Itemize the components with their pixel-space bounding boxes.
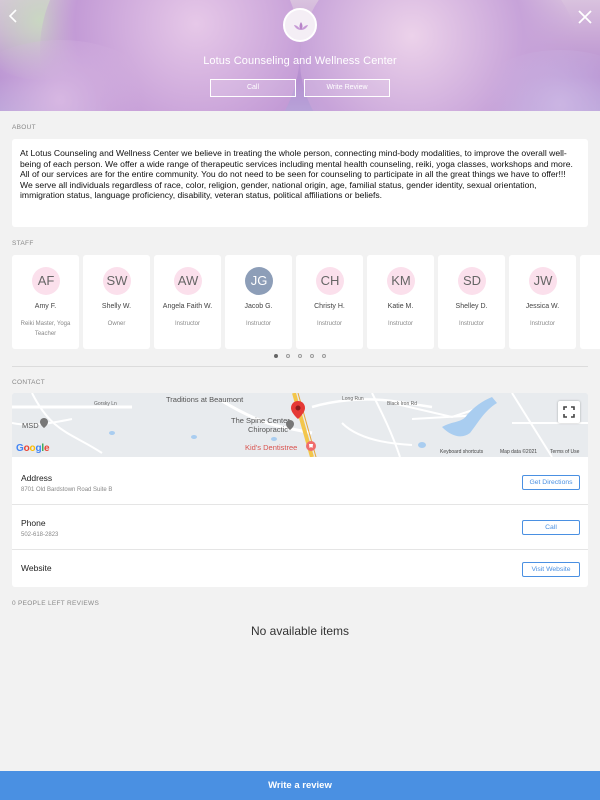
staff-card[interactable]: AF Amy F. Reiki Master, Yoga Teacher [12, 255, 79, 349]
carousel-pagination [272, 354, 332, 360]
close-icon[interactable] [574, 6, 596, 28]
map-label: Chiropractic [248, 425, 289, 434]
staff-name: Katie M. [387, 303, 414, 310]
staff-role: Instructor [316, 321, 342, 327]
staff-card[interactable]: SW Shelly W. Owner [83, 255, 150, 349]
contact-list: Address 8701 Old Bardstown Road Suite B … [12, 457, 588, 587]
map-pin-icon [40, 418, 48, 428]
staff-card[interactable]: CH Christy H. Instructor [296, 255, 363, 349]
map-label: Gorsky Ln [94, 401, 117, 407]
divider [12, 366, 588, 367]
empty-state: No available items [250, 624, 350, 638]
staff-carousel[interactable]: AF Amy F. Reiki Master, Yoga Teacher SW … [12, 255, 600, 349]
contact-row-phone: Phone 502-618-2823 Call [12, 505, 588, 550]
map-label: MSD [22, 421, 39, 430]
staff-card[interactable]: SD Shelley D. Instructor [438, 255, 505, 349]
avatar: AW [174, 267, 202, 295]
header-banner: Lotus Counseling and Wellness Center Cal… [0, 0, 600, 111]
avatar: CH [316, 267, 344, 295]
about-text: At Lotus Counseling and Wellness Center … [20, 148, 573, 201]
contact-row-website: Website Visit Website [12, 550, 588, 587]
business-name: Lotus Counseling and Wellness Center [203, 55, 397, 67]
dentist-icon [306, 441, 316, 451]
pagination-dot[interactable] [298, 354, 302, 358]
call-button[interactable]: Call [210, 79, 296, 97]
reviews-heading: 0 PEOPLE LEFT REVIEWS [12, 600, 100, 607]
staff-name: Jessica W. [525, 303, 560, 310]
location-marker-icon[interactable] [291, 401, 305, 419]
staff-name: Jacob G. [244, 303, 273, 310]
avatar: SD [458, 267, 486, 295]
staff-card[interactable]: KM Katie M. Instructor [367, 255, 434, 349]
staff-card-partial[interactable] [580, 255, 600, 349]
pagination-dot[interactable] [274, 354, 278, 358]
google-logo: Google [16, 443, 50, 454]
staff-role: Instructor [174, 321, 200, 327]
map-attribution[interactable]: Terms of Use [550, 449, 579, 455]
avatar: KM [387, 267, 415, 295]
about-card: At Lotus Counseling and Wellness Center … [12, 139, 588, 227]
staff-name: Shelley D. [455, 303, 488, 310]
about-heading: ABOUT [12, 124, 36, 131]
contact-row-address: Address 8701 Old Bardstown Road Suite B … [12, 457, 588, 505]
avatar: AF [32, 267, 60, 295]
call-contact-button[interactable]: Call [522, 520, 580, 535]
contact-heading: CONTACT [12, 379, 46, 386]
staff-heading: STAFF [12, 240, 34, 247]
staff-role: Owner [107, 321, 126, 327]
avatar: SW [103, 267, 131, 295]
address-label: Address [21, 473, 53, 483]
map-view[interactable]: Traditions at Beaumont The Spine Center … [12, 393, 588, 457]
staff-role: Reiki Master, Yoga Teacher [20, 321, 71, 337]
visit-website-button[interactable]: Visit Website [522, 562, 580, 577]
phone-value[interactable]: 502-618-2823 [21, 532, 58, 538]
map-pin-icon [286, 420, 294, 430]
pagination-dot[interactable] [322, 354, 326, 358]
staff-role: Instructor [245, 321, 271, 327]
avatar: JW [529, 267, 557, 295]
map-label: Long Run [342, 396, 364, 402]
website-label: Website [21, 563, 52, 573]
chevron-left-icon[interactable] [4, 6, 24, 26]
write-a-review-button[interactable]: Write a review [0, 771, 600, 800]
pagination-dot[interactable] [286, 354, 290, 358]
map-label: The Spine Center [231, 416, 290, 425]
avatar: JG [245, 267, 273, 295]
address-value: 8701 Old Bardstown Road Suite B [21, 487, 113, 493]
business-logo [283, 8, 317, 42]
staff-role: Instructor [387, 321, 413, 327]
staff-name: Shelly W. [101, 303, 132, 310]
staff-name: Angela Faith W. [162, 303, 213, 310]
map-label: Black Iron Rd [387, 401, 418, 407]
staff-role: Instructor [529, 321, 555, 327]
map-attribution: Map data ©2021 [500, 449, 538, 455]
fullscreen-icon[interactable] [558, 401, 580, 423]
staff-card[interactable]: AW Angela Faith W. Instructor [154, 255, 221, 349]
staff-name: Christy H. [314, 303, 345, 310]
get-directions-button[interactable]: Get Directions [522, 475, 580, 490]
map-attribution[interactable]: Keyboard shortcuts [440, 449, 483, 455]
phone-label: Phone [21, 518, 46, 528]
staff-card[interactable]: JW Jessica W. Instructor [509, 255, 576, 349]
staff-name: Amy F. [34, 303, 57, 310]
pagination-dot[interactable] [310, 354, 314, 358]
map-label: Traditions at Beaumont [166, 395, 244, 404]
staff-card[interactable]: JG Jacob G. Instructor [225, 255, 292, 349]
write-review-button[interactable]: Write Review [304, 79, 390, 97]
staff-role: Instructor [458, 321, 484, 327]
map-label: Kid's Dentistree [245, 443, 298, 452]
